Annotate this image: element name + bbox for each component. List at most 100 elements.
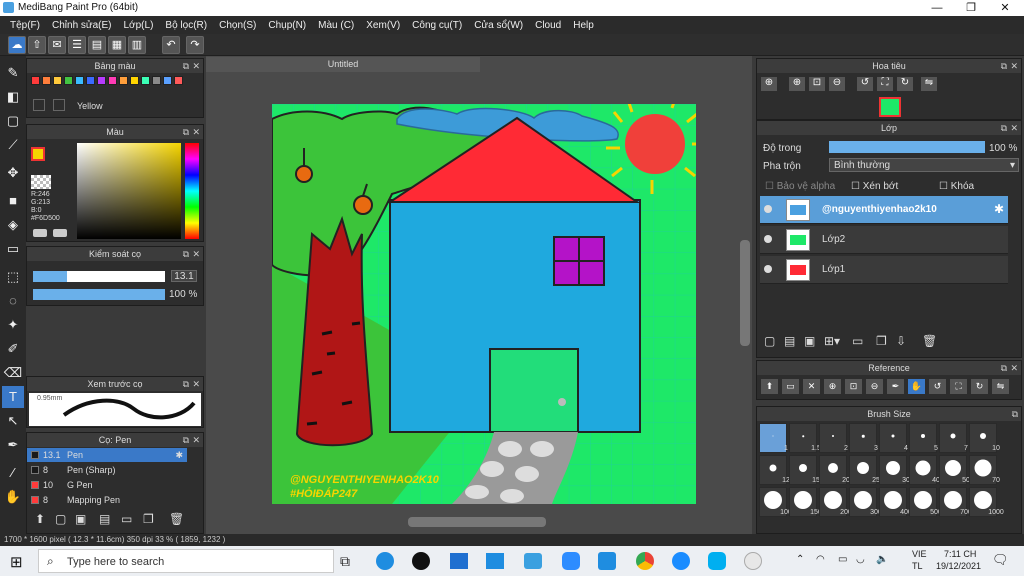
rotate-right-icon[interactable]: ↻	[971, 379, 988, 394]
brush-size-cell[interactable]: 2	[819, 423, 848, 453]
minimize-icon[interactable]: —	[920, 0, 954, 16]
brush-size-cell[interactable]: 7	[939, 423, 968, 453]
magic-wand-icon[interactable]: ✦	[2, 314, 24, 336]
fit-screen-icon[interactable]: ⛶	[877, 77, 893, 91]
new-brush-icon[interactable]: ▢	[55, 512, 66, 526]
brush-size-cell[interactable]: 25	[849, 455, 880, 485]
medibang-taskbar-icon[interactable]	[744, 552, 762, 570]
close-panel-icon[interactable]: ✕	[192, 247, 200, 261]
fit-screen-icon[interactable]: ⛶	[950, 379, 967, 394]
move-tool-icon[interactable]: ✥	[2, 162, 24, 184]
palette-swatch[interactable]	[130, 76, 139, 85]
navigator-thumbnail[interactable]	[879, 97, 901, 117]
fill-shape-icon[interactable]: ■	[2, 190, 24, 212]
palette-swatch[interactable]	[119, 76, 128, 85]
color-picker-square[interactable]	[77, 143, 181, 239]
rotate-left-icon[interactable]: ↺	[929, 379, 946, 394]
maximize-icon[interactable]: ❐	[954, 0, 988, 16]
horizontal-scrollbar[interactable]	[408, 517, 546, 527]
edge-icon[interactable]	[376, 552, 394, 570]
rotate-left-icon[interactable]: ↺	[857, 77, 873, 91]
palette-swatch[interactable]	[108, 76, 117, 85]
brush-size-cell[interactable]: 50	[939, 455, 970, 485]
task-view-icon[interactable]: ⧉	[340, 553, 350, 570]
brush-size-cell[interactable]: 1000	[969, 487, 1004, 517]
duplicate-layer-icon[interactable]: ❐	[876, 334, 887, 348]
select-eraser-icon[interactable]: ⌫	[2, 362, 24, 384]
palette-swatch[interactable]	[163, 76, 172, 85]
flip-icon[interactable]: ⇋	[992, 379, 1009, 394]
chrome-icon[interactable]	[636, 552, 654, 570]
layer-add-menu-icon[interactable]: ⊞▾	[824, 334, 840, 348]
grid-icon[interactable]: ▦	[108, 36, 126, 54]
menu-file[interactable]: Tệp(F)	[4, 20, 46, 31]
palette-swatch[interactable]	[31, 76, 40, 85]
flip-icon[interactable]: ⇋	[921, 77, 937, 91]
brush-list-item[interactable]: 13.1 Pen ✱	[27, 448, 187, 462]
menu-view[interactable]: Xem(V)	[360, 20, 406, 31]
rect-tool-icon[interactable]: ▢	[2, 110, 24, 132]
brush-size-value[interactable]: 13.1	[171, 270, 197, 282]
close-panel-icon[interactable]: ✕	[192, 433, 200, 447]
palette-swatch[interactable]	[152, 76, 161, 85]
zoom-out-icon[interactable]: ⊖	[866, 379, 883, 394]
select-tool-icon[interactable]: ⬚	[2, 266, 24, 288]
comment-icon[interactable]: ✉	[48, 36, 66, 54]
layer-row[interactable]: Lớp1	[760, 256, 1008, 284]
brush-tool-icon[interactable]: ✎	[2, 62, 24, 84]
clock-time[interactable]: 7:11 CH	[944, 549, 976, 559]
palette-swatch[interactable]	[53, 76, 62, 85]
palette-swatch[interactable]	[64, 76, 73, 85]
detach-icon[interactable]: ⧉	[1001, 121, 1007, 135]
eraser-tool-icon[interactable]: ◧	[2, 86, 24, 108]
close-panel-icon[interactable]: ✕	[192, 377, 200, 391]
operation-tool-icon[interactable]: ↖	[2, 410, 24, 432]
network-icon[interactable]: ◠	[816, 554, 825, 565]
zoom-app-icon[interactable]	[562, 552, 580, 570]
new-layer-icon[interactable]: ▢	[764, 334, 775, 348]
protect-alpha-checkbox[interactable]: ☐ Bảo vệ alpha	[765, 181, 835, 192]
tray-arrow-icon[interactable]: ⌃	[796, 554, 804, 565]
brush-size-cell[interactable]: 4	[879, 423, 908, 453]
menu-select[interactable]: Chọn(S)	[213, 20, 262, 31]
app-icon[interactable]	[524, 553, 542, 569]
palette-swatch[interactable]	[141, 76, 150, 85]
drawing-canvas[interactable]: @NGUYENTHIYENHAO2K10 #HỎIĐÁP247	[272, 104, 696, 504]
select-pen-icon[interactable]: ✐	[2, 338, 24, 360]
dropper-icon[interactable]: ✒	[887, 379, 904, 394]
dropper-tool-icon[interactable]: ✒	[2, 434, 24, 456]
menu-color[interactable]: Màu (C)	[312, 20, 360, 31]
input-language[interactable]: VIE	[912, 549, 927, 559]
palette-swatch[interactable]	[86, 76, 95, 85]
detach-icon[interactable]: ⧉	[183, 59, 189, 73]
hue-slider[interactable]	[185, 143, 199, 239]
brush-size-cell[interactable]: 700	[939, 487, 972, 517]
store-icon[interactable]	[486, 553, 504, 569]
transparent-swatch[interactable]	[31, 175, 51, 189]
menu-layer[interactable]: Lớp(L)	[118, 20, 160, 31]
panel-icon[interactable]: ▥	[128, 36, 146, 54]
color-swap-button[interactable]	[53, 229, 67, 237]
detach-icon[interactable]: ⧉	[183, 377, 189, 391]
merge-layer-icon[interactable]: ⇩	[896, 334, 906, 348]
cloud-icon[interactable]: ☁	[8, 36, 26, 54]
brush-size-cell[interactable]: 1	[759, 423, 788, 453]
brush-menu-icon[interactable]: ▣	[75, 512, 86, 526]
redo-icon[interactable]: ↷	[186, 36, 204, 54]
close-panel-icon[interactable]: ✕	[192, 59, 200, 73]
menu-cloud[interactable]: Cloud	[529, 20, 567, 31]
brush-size-cell[interactable]: 500	[909, 487, 942, 517]
detach-icon[interactable]: ⧉	[1001, 361, 1007, 375]
brush-size-cell[interactable]: 12	[759, 455, 790, 485]
blend-mode-select[interactable]: Bình thường ▾	[829, 158, 1019, 172]
menu-tools[interactable]: Công cụ(T)	[406, 20, 468, 31]
layer-row[interactable]: Lớp2	[760, 226, 1008, 254]
palette-swatch[interactable]	[97, 76, 106, 85]
brush-size-cell[interactable]: 400	[879, 487, 912, 517]
menu-window[interactable]: Cửa sổ(W)	[468, 20, 529, 31]
bucket-tool-icon[interactable]: ◈	[2, 214, 24, 236]
detach-icon[interactable]: ⧉	[1001, 59, 1007, 73]
add-brush-icon[interactable]: ⬆	[35, 512, 45, 526]
visibility-icon[interactable]	[764, 265, 772, 273]
brush-size-cell[interactable]: 10	[969, 423, 1000, 453]
